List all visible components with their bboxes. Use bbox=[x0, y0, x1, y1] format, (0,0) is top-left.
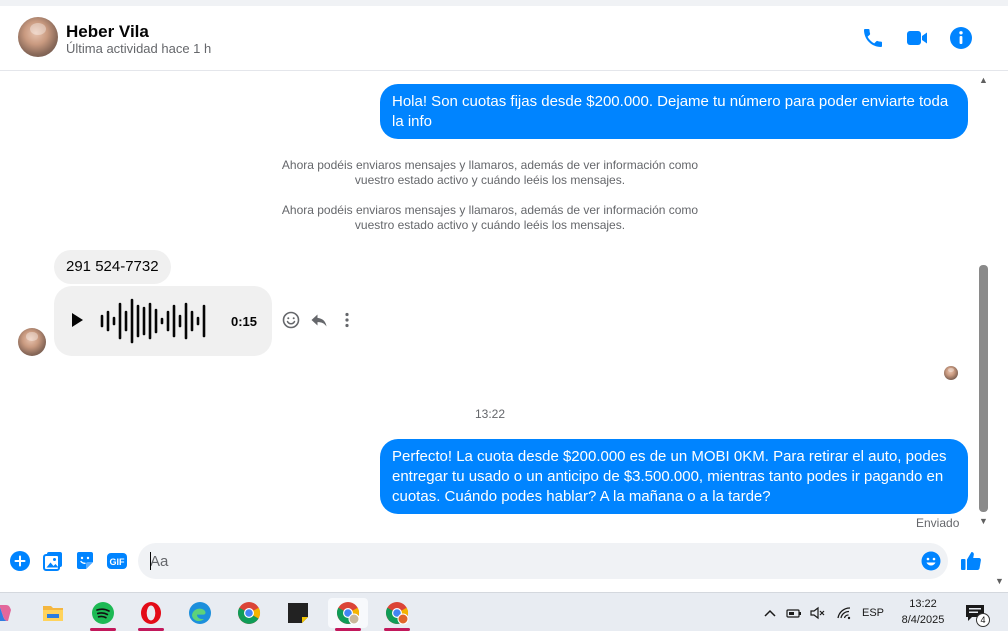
opera-icon bbox=[141, 602, 161, 624]
video-call-icon[interactable] bbox=[905, 26, 929, 50]
message-input[interactable] bbox=[150, 543, 910, 579]
sticky-notes-icon bbox=[288, 603, 308, 623]
phone-icon[interactable] bbox=[861, 26, 885, 50]
battery-icon[interactable] bbox=[786, 593, 802, 632]
scroll-down-arrow-icon[interactable]: ▼ bbox=[979, 516, 988, 526]
gif-icon[interactable]: GIF bbox=[106, 550, 128, 572]
reply-icon[interactable] bbox=[310, 311, 328, 329]
contact-name[interactable]: Heber Vila bbox=[66, 22, 149, 42]
chrome-profile-app-2[interactable] bbox=[377, 598, 417, 631]
chrome-app[interactable] bbox=[229, 598, 269, 628]
clock-date: 8/4/2025 bbox=[901, 614, 945, 626]
window-scroll-down-icon[interactable]: ▼ bbox=[995, 576, 1004, 586]
show-hidden-icons-chevron-icon[interactable] bbox=[763, 593, 777, 632]
system-notice: Ahora podéis enviaros mensajes y llamaro… bbox=[281, 158, 699, 187]
message-composer: GIF bbox=[0, 540, 1008, 584]
like-thumbs-up-icon[interactable] bbox=[959, 549, 983, 573]
volume-muted-icon[interactable] bbox=[809, 593, 825, 632]
delivery-status: Enviado bbox=[916, 516, 960, 530]
chrome-profile-icon bbox=[337, 602, 360, 625]
wifi-icon[interactable] bbox=[836, 593, 852, 632]
language-indicator[interactable]: ESP bbox=[862, 593, 884, 632]
system-notice: Ahora podéis enviaros mensajes y llamaro… bbox=[281, 203, 699, 232]
copilot-icon bbox=[0, 605, 11, 621]
plus-icon[interactable] bbox=[9, 550, 31, 572]
incoming-message[interactable]: 291 524-7732 bbox=[54, 250, 171, 284]
audio-waveform[interactable] bbox=[100, 298, 210, 344]
chat-header: Heber Vila Última actividad hace 1 h bbox=[0, 6, 1008, 71]
scrollbar-thumb[interactable] bbox=[979, 265, 988, 512]
gif-label: GIF bbox=[110, 557, 126, 567]
more-options-icon[interactable] bbox=[338, 311, 356, 329]
os-taskbar: ESP 13:22 8/4/2025 4 bbox=[0, 592, 1008, 631]
edge-app[interactable] bbox=[180, 598, 220, 628]
sticker-icon[interactable] bbox=[74, 550, 96, 572]
message-input-container[interactable] bbox=[138, 543, 948, 579]
text-cursor bbox=[150, 552, 151, 570]
sticky-notes-app[interactable] bbox=[278, 598, 318, 628]
contact-status: Última actividad hace 1 h bbox=[66, 41, 212, 56]
system-clock[interactable]: 13:22 8/4/2025 bbox=[893, 596, 953, 628]
edge-icon bbox=[189, 602, 211, 624]
sender-avatar[interactable] bbox=[18, 328, 46, 356]
outgoing-message[interactable]: Perfecto! La cuota desde $200.000 es de … bbox=[380, 439, 968, 514]
chrome-profile-icon bbox=[386, 602, 409, 625]
chrome-profile-app[interactable] bbox=[328, 598, 368, 631]
spotify-icon bbox=[92, 602, 114, 624]
scroll-up-arrow-icon[interactable]: ▲ bbox=[979, 75, 988, 85]
clock-time: 13:22 bbox=[909, 598, 937, 610]
photo-icon[interactable] bbox=[42, 550, 64, 572]
audio-duration: 0:15 bbox=[231, 314, 258, 329]
message-timestamp: 13:22 bbox=[474, 407, 506, 421]
outgoing-message[interactable]: Hola! Son cuotas fijas desde $200.000. D… bbox=[380, 84, 968, 139]
file-explorer-icon bbox=[43, 606, 63, 621]
emoji-icon[interactable] bbox=[921, 551, 941, 571]
contact-avatar[interactable] bbox=[18, 17, 58, 57]
copilot-app[interactable] bbox=[0, 598, 22, 628]
opera-app[interactable] bbox=[131, 598, 171, 631]
read-receipt-avatar bbox=[944, 366, 958, 380]
spotify-app[interactable] bbox=[83, 598, 123, 631]
react-emoji-icon[interactable] bbox=[282, 311, 300, 329]
voice-message[interactable]: 0:15 bbox=[54, 286, 272, 356]
file-explorer-app[interactable] bbox=[33, 598, 73, 628]
chrome-icon bbox=[238, 602, 260, 624]
play-icon[interactable] bbox=[72, 313, 83, 327]
messenger-window: Heber Vila Última actividad hace 1 h Hol… bbox=[0, 0, 1008, 592]
notification-count-badge: 4 bbox=[976, 613, 990, 627]
info-icon[interactable] bbox=[949, 26, 973, 50]
